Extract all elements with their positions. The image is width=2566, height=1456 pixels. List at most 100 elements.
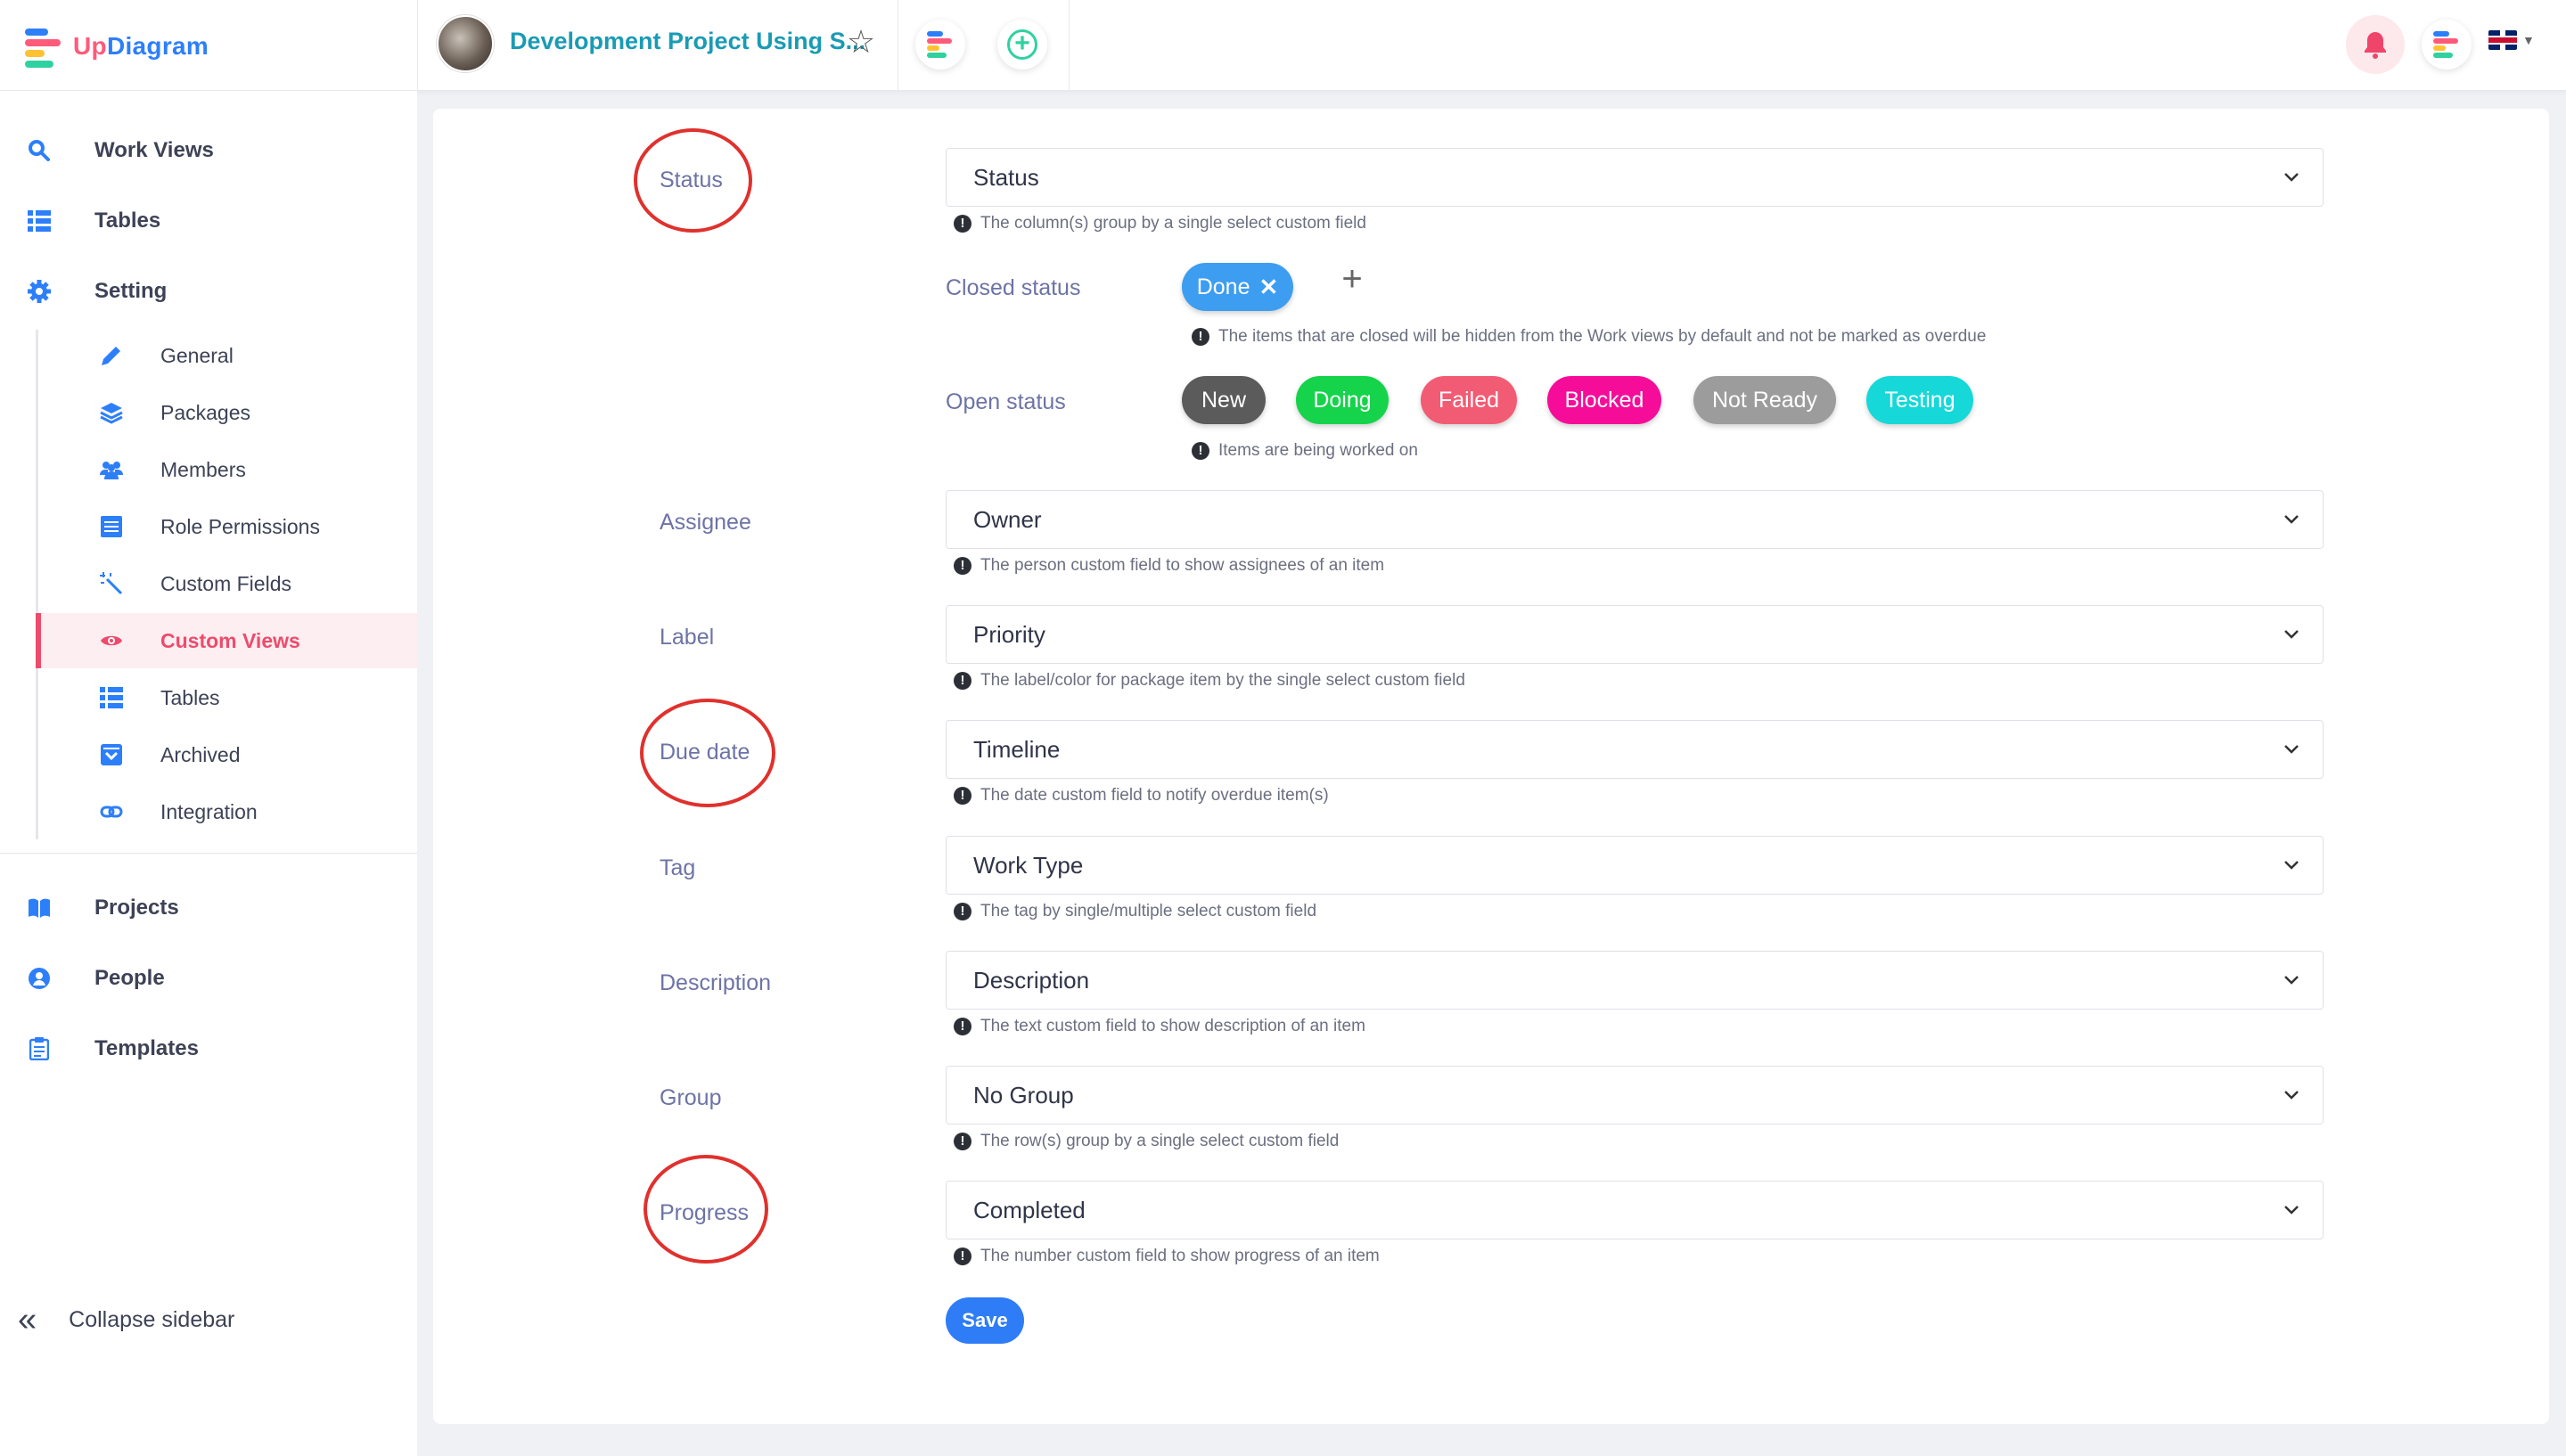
collapse-sidebar-label: Collapse sidebar: [69, 1306, 235, 1332]
diagram-switch-button[interactable]: [915, 20, 965, 70]
tag-select-value: Work Type: [973, 851, 1084, 879]
assignee-select[interactable]: Owner: [946, 490, 2324, 549]
description-label: Description: [660, 970, 772, 995]
sidebar-item-label: Members: [160, 457, 246, 481]
description-hint: ! The text custom field to show descripti…: [954, 1017, 1365, 1036]
info-icon: !: [1192, 442, 1209, 460]
sidebar-divider: [0, 853, 417, 854]
due-date-label: Due date: [660, 740, 750, 765]
project-title[interactable]: Development Project Using S...: [510, 28, 865, 55]
closed-status-tag-done[interactable]: Done ✕: [1182, 263, 1293, 311]
notifications-button[interactable]: [2346, 15, 2405, 74]
sidebar-item-label: Role Permissions: [160, 514, 320, 538]
sidebar-item-label: Templates: [94, 1036, 199, 1060]
label-select[interactable]: Priority: [946, 605, 2324, 664]
open-status-tag-not-ready[interactable]: Not Ready: [1693, 376, 1836, 424]
search-icon: [27, 138, 52, 163]
collapse-sidebar-button[interactable]: « Collapse sidebar: [18, 1301, 235, 1338]
plus-circle-icon: +: [1007, 29, 1037, 60]
closed-status-hint: ! The items that are closed will be hidde…: [1192, 327, 1986, 347]
sidebar-item-role-permissions[interactable]: Role Permissions: [36, 499, 417, 554]
open-status-tag-testing[interactable]: Testing: [1866, 376, 1973, 424]
app-logo[interactable]: UpDiagram: [25, 25, 209, 68]
add-button[interactable]: +: [997, 20, 1047, 70]
group-hint: ! The row(s) group by a single select cus…: [954, 1132, 1339, 1151]
chevron-down-icon: [2284, 515, 2299, 524]
sidebar-item-label: Projects: [94, 896, 179, 920]
sidebar-item-templates[interactable]: Templates: [0, 1018, 417, 1080]
sidebar-item-projects[interactable]: Projects: [0, 877, 417, 939]
sidebar-item-setting[interactable]: Setting: [0, 260, 417, 323]
pencil-icon: [100, 344, 123, 367]
info-icon: !: [954, 557, 971, 575]
chevron-down-icon: [2284, 1206, 2299, 1215]
save-button[interactable]: Save: [946, 1297, 1024, 1344]
label-hint: ! The label/color for package item by the…: [954, 671, 1465, 691]
due-date-select[interactable]: Timeline: [946, 720, 2324, 779]
assignee-label: Assignee: [660, 510, 751, 535]
close-icon[interactable]: ✕: [1258, 274, 1278, 301]
language-selector[interactable]: ▼: [2488, 30, 2535, 50]
chevron-down-icon: [2284, 630, 2299, 639]
sidebar-item-integration[interactable]: Integration: [36, 784, 417, 839]
sidebar-item-archived[interactable]: Archived: [36, 727, 417, 782]
sidebar-item-label: Work Views: [94, 138, 214, 162]
info-icon: !: [954, 903, 971, 920]
sidebar-item-tables-setting[interactable]: Tables: [36, 670, 417, 725]
progress-label: Progress: [660, 1200, 750, 1225]
description-select-value: Description: [973, 966, 1090, 994]
progress-hint: ! The number custom field to show progres…: [954, 1247, 1380, 1266]
book-icon: [27, 896, 52, 920]
bell-icon: [2365, 32, 2386, 59]
open-status-tag-doing[interactable]: Doing: [1296, 376, 1389, 424]
open-status-tag-new[interactable]: New: [1182, 376, 1266, 424]
user-menu-button[interactable]: [2422, 20, 2472, 70]
magic-wand-icon: [100, 572, 123, 595]
add-closed-status-button[interactable]: +: [1337, 261, 1367, 297]
sidebar-item-members[interactable]: Members: [36, 442, 417, 497]
sidebar-item-custom-views[interactable]: Custom Views: [36, 613, 417, 668]
document-icon: [100, 515, 123, 538]
project-avatar[interactable]: [437, 15, 494, 72]
tag-select[interactable]: Work Type: [946, 836, 2324, 895]
open-status-tag-failed[interactable]: Failed: [1421, 376, 1517, 424]
link-icon: [100, 800, 123, 823]
sidebar-item-work-views[interactable]: Work Views: [0, 119, 417, 182]
description-select[interactable]: Description: [946, 951, 2324, 1010]
clipboard-icon: [27, 1036, 52, 1061]
header-divider: [1069, 0, 1070, 91]
open-status-tag-blocked[interactable]: Blocked: [1547, 376, 1661, 424]
sidebar-item-label: People: [94, 966, 165, 990]
star-icon[interactable]: ☆: [844, 25, 878, 59]
sidebar-item-people[interactable]: People: [0, 947, 417, 1010]
group-select[interactable]: No Group: [946, 1066, 2324, 1125]
label-select-value: Priority: [973, 620, 1045, 648]
user-avatar: [2433, 31, 2460, 58]
sidebar-item-custom-fields[interactable]: Custom Fields: [36, 556, 417, 611]
chevron-down-icon: [2284, 1091, 2299, 1100]
sidebar-item-general[interactable]: General: [36, 328, 417, 383]
sidebar-item-label: Tables: [160, 685, 220, 709]
sidebar-item-tables[interactable]: Tables: [0, 190, 417, 252]
chevron-down-icon: ▼: [2522, 33, 2535, 47]
open-status-tags: New Doing Failed Blocked Not Ready Testi…: [0, 376, 2566, 424]
brand-name: UpDiagram: [73, 32, 209, 60]
archive-icon: [100, 743, 123, 766]
assignee-hint: ! The person custom field to show assigne…: [954, 556, 1384, 576]
chevron-down-icon: [2284, 861, 2299, 870]
sidebar-item-label: Archived: [160, 742, 241, 766]
info-icon: !: [1192, 328, 1209, 346]
double-chevron-left-icon: «: [18, 1301, 37, 1338]
sidebar-item-label: Custom Views: [160, 628, 300, 652]
status-label: Status: [660, 168, 723, 192]
info-icon: !: [954, 215, 971, 233]
uk-flag-icon: [2488, 30, 2517, 50]
list-icon: [100, 686, 123, 709]
tag-label: Done: [1196, 274, 1250, 299]
sidebar-item-label: Tables: [94, 209, 161, 233]
progress-select[interactable]: Completed: [946, 1181, 2324, 1239]
gear-icon: [27, 279, 52, 304]
info-icon: !: [954, 1247, 971, 1265]
status-select[interactable]: Status: [946, 148, 2324, 207]
due-date-hint: ! The date custom field to notify overdue…: [954, 786, 1329, 806]
